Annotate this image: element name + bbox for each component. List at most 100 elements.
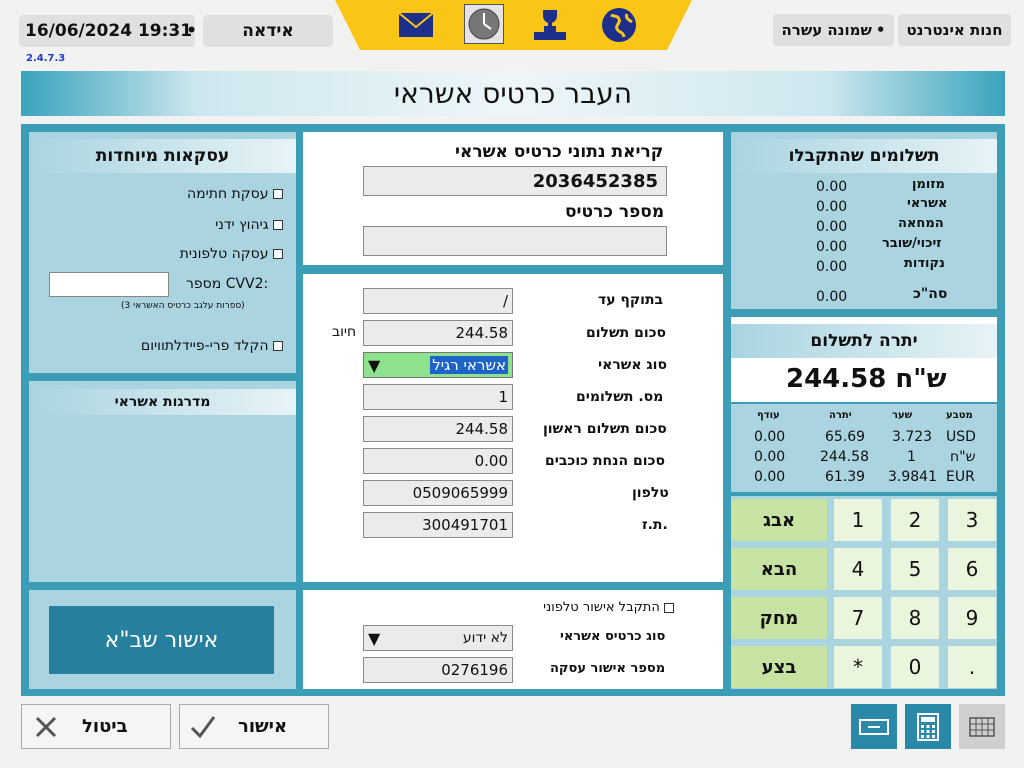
card-type-label: סוג כרטיס אשראי xyxy=(560,629,666,644)
keypad-execute-button[interactable]: בצע xyxy=(731,646,827,688)
signature-deal-checkbox[interactable] xyxy=(273,189,283,199)
trophy-icon[interactable] xyxy=(531,6,569,44)
received-row-credit-label: אשראי xyxy=(907,196,948,211)
free-type-option[interactable]: הקלד פרי-פיידלתוויום xyxy=(141,338,283,354)
free-type-checkbox[interactable] xyxy=(273,341,283,351)
installments-label: מס. תשלומים xyxy=(576,389,664,405)
currency-usd-rate: 3.723 xyxy=(892,429,933,445)
approval-number-label: מספר אישור עסקה xyxy=(550,661,666,676)
received-payments-title: תשלומים שהתקבלו xyxy=(731,139,997,173)
stars-discount-field[interactable]: 0.00 xyxy=(363,448,513,474)
received-row-voucher-label: זיכוי/שובר xyxy=(882,236,942,251)
currency-eur-change: 0.00 xyxy=(754,469,786,485)
user-display: אידאה xyxy=(203,15,333,47)
first-payment-label: סכום תשלום ראשון xyxy=(543,421,667,437)
globe-icon[interactable] xyxy=(600,6,638,44)
manual-swipe-option[interactable]: גיהוץ ידני xyxy=(215,217,283,233)
keypad-0[interactable]: 0 xyxy=(891,646,939,688)
credit-type-label: סוג אשראי xyxy=(598,357,668,373)
cvv-label: מספר CVV2: xyxy=(186,276,269,292)
phone-approval-option[interactable]: התקבל אישור טלפוני xyxy=(543,600,674,615)
station-display: שמונה עשרה • xyxy=(773,14,894,46)
received-row-points-value: 0.00 xyxy=(816,259,848,275)
page-title: העבר כרטיס אשראי xyxy=(21,71,1005,116)
keypad-1[interactable]: 1 xyxy=(834,499,882,541)
keypad-next-button[interactable]: הבא xyxy=(731,548,827,590)
mail-icon[interactable] xyxy=(397,6,435,44)
toolbar-band xyxy=(335,0,692,50)
received-row-credit-value: 0.00 xyxy=(816,199,848,215)
received-row-cash-label: מזומן xyxy=(912,177,945,192)
clock-icon[interactable] xyxy=(464,4,504,44)
valid-until-label: בתוקף עד xyxy=(598,292,664,308)
currency-header-currency: מטבע xyxy=(946,410,973,421)
received-total-label: סה"כ xyxy=(913,286,948,302)
valid-until-field[interactable]: / xyxy=(363,288,513,314)
keypad-8[interactable]: 8 xyxy=(891,597,939,639)
currency-ils-balance: 244.58 xyxy=(820,449,869,465)
stars-discount-label: סכום הנחת כוכבים xyxy=(545,453,665,469)
currency-ils-code: ש"ח xyxy=(950,449,976,465)
chevron-down-icon: ▼ xyxy=(368,355,381,375)
phone-deal-checkbox[interactable] xyxy=(273,249,283,259)
keypad-3[interactable]: 3 xyxy=(948,499,996,541)
received-total-value: 0.00 xyxy=(816,289,848,305)
keypad-2[interactable]: 2 xyxy=(891,499,939,541)
store-display: חנות אינטרנט xyxy=(898,14,1011,46)
payment-amount-label: סכום תשלום xyxy=(586,325,667,341)
keypad-delete-button[interactable]: מחק xyxy=(731,597,827,639)
currency-usd-code: USD xyxy=(946,429,976,445)
installments-field[interactable]: 1 xyxy=(363,384,513,410)
calculator-icon[interactable] xyxy=(905,704,951,749)
received-row-cash-value: 0.00 xyxy=(816,179,848,195)
credit-levels-title: מדרגות אשראי xyxy=(29,389,296,415)
approve-sba-button[interactable]: אישור שב"א xyxy=(49,606,274,674)
currency-eur-code: EUR xyxy=(946,469,975,485)
received-row-check-label: המחאה xyxy=(898,216,944,231)
id-field[interactable]: 300491701 xyxy=(363,512,513,538)
card-read-field[interactable]: 2036452385 xyxy=(363,166,667,196)
cvv-input[interactable] xyxy=(49,272,169,297)
cancel-button[interactable]: ביטול xyxy=(21,704,171,749)
id-label: ת.ז. xyxy=(642,517,668,533)
close-icon xyxy=(32,715,60,739)
currency-header-rate: שער xyxy=(892,410,913,421)
keypad-abc-button[interactable]: אבג xyxy=(731,499,827,541)
payment-amount-field[interactable]: 244.58 xyxy=(363,320,513,346)
datetime-text: 16/06/2024 19:31 xyxy=(25,21,193,41)
card-number-label: מספר כרטיס xyxy=(565,202,665,222)
cvv-hint: (3 ספרות עלגב כרטיס האשראי) xyxy=(121,301,245,311)
card-read-label: קריאת נתוני כרטיס אשראי xyxy=(455,142,664,162)
keypad-dot[interactable]: . xyxy=(948,646,996,688)
keypad-9[interactable]: 9 xyxy=(948,597,996,639)
currency-usd-balance: 65.69 xyxy=(825,429,866,445)
signature-deal-option[interactable]: עסקת חתימה xyxy=(187,186,283,202)
credit-type-select[interactable]: ▼ אשראי רגיל xyxy=(363,352,513,378)
phone-deal-option[interactable]: עסקה טלפונית xyxy=(180,246,283,262)
keypad-4[interactable]: 4 xyxy=(834,548,882,590)
keyboard-icon[interactable] xyxy=(959,704,1005,749)
received-row-points-label: נקודות xyxy=(904,256,945,271)
phone-field[interactable]: 0509065999 xyxy=(363,480,513,506)
credit-type-value: אשראי רגיל xyxy=(430,356,508,374)
keypad-star[interactable]: * xyxy=(834,646,882,688)
card-number-field[interactable] xyxy=(363,226,667,256)
card-type-select[interactable]: ▼ לא ידוע xyxy=(363,625,513,651)
ok-button[interactable]: אישור xyxy=(179,704,329,749)
currency-eur-balance: 61.39 xyxy=(825,469,866,485)
received-row-voucher-value: 0.00 xyxy=(816,239,848,255)
keypad-6[interactable]: 6 xyxy=(948,548,996,590)
first-payment-field[interactable]: 244.58 xyxy=(363,416,513,442)
keypad-7[interactable]: 7 xyxy=(834,597,882,639)
phone-approval-checkbox[interactable] xyxy=(664,602,674,613)
balance-title: יתרה לתשלום xyxy=(731,324,997,358)
manual-swipe-checkbox[interactable] xyxy=(273,220,283,230)
keypad-5[interactable]: 5 xyxy=(891,548,939,590)
approval-number-field[interactable]: 0276196 xyxy=(363,657,513,683)
ok-label: אישור xyxy=(238,716,288,737)
checkmark-icon xyxy=(188,714,218,740)
cancel-label: ביטול xyxy=(82,716,128,737)
card-reader-icon[interactable] xyxy=(851,704,897,749)
currency-eur-rate: 3.9841 xyxy=(888,469,937,485)
currency-ils-rate: 1 xyxy=(907,449,916,465)
